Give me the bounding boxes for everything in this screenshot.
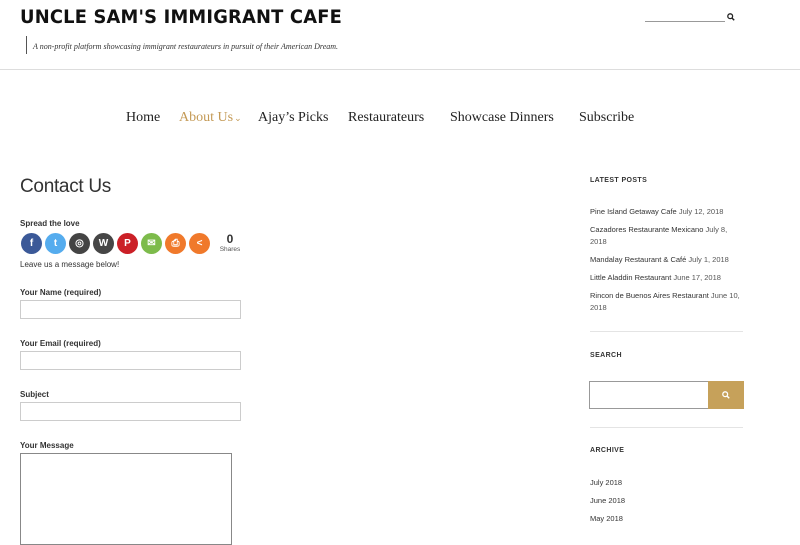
- archive-heading: ARCHIVE: [590, 447, 625, 454]
- latest-post-item: Rincon de Buenos Aires Restaurant June 1…: [590, 290, 740, 314]
- post-title-link[interactable]: Pine Island Getaway Cafe: [590, 207, 677, 216]
- wordpress-icon[interactable]: W: [93, 233, 114, 254]
- post-date: July 12, 2018: [678, 207, 724, 216]
- header-search: [645, 6, 741, 22]
- name-label: Your Name (required): [20, 288, 102, 297]
- post-title-link[interactable]: Cazadores Restaurante Mexicano: [590, 225, 705, 234]
- nav-item-ajays-picks[interactable]: Ajay’s Picks: [258, 110, 328, 126]
- tagline: A non-profit platform showcasing immigra…: [33, 42, 339, 51]
- sidebar-search-input[interactable]: [589, 381, 708, 409]
- latest-post-item: Pine Island Getaway Cafe July 12, 2018: [590, 206, 740, 218]
- name-field[interactable]: [20, 300, 241, 319]
- nav-item-label: About Us: [179, 110, 234, 125]
- post-title-link[interactable]: Little Aladdin Restaurant: [590, 273, 671, 282]
- search-heading: SEARCH: [590, 352, 622, 359]
- post-date: July 1, 2018: [688, 255, 729, 264]
- latest-posts-heading: LATEST POSTS: [590, 177, 648, 184]
- twitter-icon[interactable]: t: [45, 233, 66, 254]
- email-icon[interactable]: ✉: [141, 233, 162, 254]
- tagline-block: A non-profit platform showcasing immigra…: [26, 36, 338, 54]
- latest-post-item: Mandalay Restaurant & Café July 1, 2018: [590, 254, 740, 266]
- archive-link[interactable]: May 2018: [590, 514, 623, 523]
- email-label: Your Email (required): [20, 339, 101, 348]
- search-icon: [722, 391, 730, 399]
- sidebar-divider: [590, 427, 743, 428]
- chevron-down-icon: ⌄: [234, 113, 242, 123]
- share-counter: 0 Shares: [217, 232, 243, 254]
- post-date: June 17, 2018: [673, 273, 721, 282]
- sidebar-divider: [590, 331, 743, 332]
- print-icon[interactable]: ⎙: [165, 233, 186, 254]
- message-label: Your Message: [20, 441, 74, 450]
- nav-item-home[interactable]: Home: [126, 110, 160, 126]
- archive-link[interactable]: June 2018: [590, 496, 625, 505]
- header-divider: [0, 69, 800, 70]
- search-icon[interactable]: [727, 8, 737, 21]
- nav-item-subscribe[interactable]: Subscribe: [579, 110, 634, 126]
- latest-post-item: Cazadores Restaurante Mexicano July 8, 2…: [590, 224, 740, 248]
- sidebar-search-button[interactable]: [708, 381, 744, 409]
- latest-post-item: Little Aladdin Restaurant June 17, 2018: [590, 272, 740, 284]
- post-title-link[interactable]: Rincon de Buenos Aires Restaurant: [590, 291, 709, 300]
- share-count-label: Shares: [219, 246, 241, 253]
- pinterest-icon[interactable]: P: [117, 233, 138, 254]
- nav-item-about-us[interactable]: About Us⌄: [179, 110, 242, 126]
- subject-label: Subject: [20, 390, 49, 399]
- message-field[interactable]: [20, 453, 232, 545]
- instagram-icon[interactable]: ◎: [69, 233, 90, 254]
- page-title: Contact Us: [20, 176, 111, 197]
- post-title-link[interactable]: Mandalay Restaurant & Café: [590, 255, 686, 264]
- subject-field[interactable]: [20, 402, 241, 421]
- nav-item-showcase-dinners[interactable]: Showcase Dinners: [450, 110, 554, 126]
- email-field[interactable]: [20, 351, 241, 370]
- site-title[interactable]: UNCLE SAM'S IMMIGRANT CAFE: [20, 6, 342, 28]
- archive-link[interactable]: July 2018: [590, 478, 622, 487]
- spread-the-love-label: Spread the love: [20, 219, 80, 228]
- nav-item-restaurateurs[interactable]: Restaurateurs: [348, 110, 424, 126]
- facebook-icon[interactable]: f: [21, 233, 42, 254]
- leave-message-text: Leave us a message below!: [20, 260, 120, 269]
- share-count-number: 0: [226, 232, 234, 246]
- header-search-input[interactable]: [645, 6, 725, 22]
- share-more-icon[interactable]: <: [189, 233, 210, 254]
